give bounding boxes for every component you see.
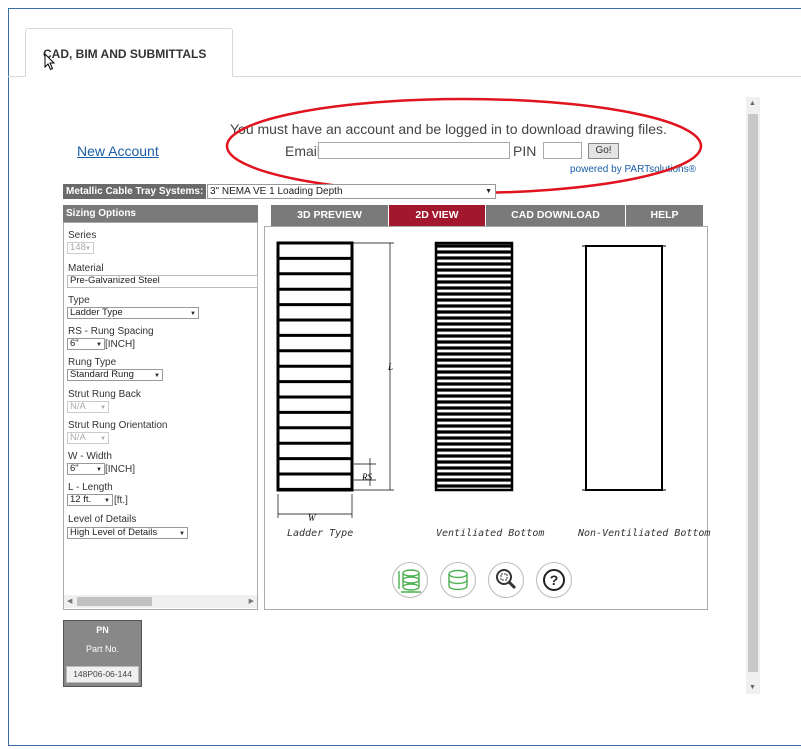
ladder-dimension-icon[interactable] [392,562,428,598]
tab-cad-bim-submittals[interactable]: CAD, BIM AND SUBMITTALS [25,28,233,77]
dim-rung-spacing-label: RS [361,472,372,482]
sizing-options-header: Sizing Options [63,205,258,222]
horizontal-scrollbar[interactable]: ◀ ▶ [64,595,257,608]
cursor-icon [44,53,56,71]
width-label: W - Width [68,451,112,462]
scroll-right-icon[interactable]: ▶ [249,595,254,608]
strut-back-label: Strut Rung Back [68,389,141,400]
type-label: Type [68,295,90,306]
strut-orientation-select[interactable]: N/A ▼ [67,432,109,444]
details-select[interactable]: High Level of Details ▼ [67,527,188,539]
material-label: Material [68,263,104,274]
rung-spacing-unit: [INCH] [105,339,135,350]
systems-label: Metallic Cable Tray Systems: [63,184,206,199]
ladder-type-drawing: L W RS [276,241,666,523]
width-unit: [INCH] [105,464,135,475]
chevron-down-icon: ▼ [485,188,492,195]
tab-2d-view[interactable]: 2D VIEW [389,205,486,226]
red-annotation-oval [225,97,703,195]
dim-length-label: L [387,362,393,372]
vertical-scrollbar[interactable]: ▲ ▼ [746,97,760,694]
width-select[interactable]: 6" ▼ [67,463,105,475]
length-select[interactable]: 12 ft. ▼ [67,494,113,506]
scroll-up-icon[interactable]: ▲ [749,100,756,107]
non-ventilated-bottom-drawing [582,245,666,491]
rung-type-label: Rung Type [68,357,117,368]
caption-non-ventilated-bottom: Non-Ventiliated Bottom [578,528,711,539]
strut-orientation-label: Strut Rung Orientation [68,420,168,431]
strut-back-select[interactable]: N/A ▼ [67,401,109,413]
details-label: Level of Details [68,514,137,525]
zoom-icon[interactable] [488,562,524,598]
scroll-down-icon[interactable]: ▼ [749,684,756,691]
scroll-left-icon[interactable]: ◀ [67,595,72,608]
pn-header: PN [96,625,109,635]
part-number-value: 148P06-06-144 [66,666,139,683]
caption-ventilated-bottom: Ventiliated Bottom [436,528,545,539]
series-label: Series [68,230,97,241]
rung-type-select[interactable]: Standard Rung ▼ [67,369,163,381]
help-icon[interactable]: ? [536,562,572,598]
cylinder-icon[interactable] [440,562,476,598]
tab-help[interactable]: HELP [626,205,704,226]
ladder-drawing [276,241,354,492]
systems-selected: 3" NEMA VE 1 Loading Depth [210,186,343,197]
ventilated-bottom-drawing [434,241,514,492]
type-select[interactable]: Ladder Type ▼ [67,307,199,319]
part-number-box: PN Part No. 148P06-06-144 [63,620,142,687]
new-account-link[interactable]: New Account [77,143,159,159]
tab-cad-download[interactable]: CAD DOWNLOAD [486,205,626,226]
length-label: L - Length [68,482,113,493]
material-field: Pre-Galvanized Steel [67,275,258,288]
vertical-scrollbar-thumb[interactable] [748,114,758,672]
dim-width-label: W [308,513,317,523]
systems-select[interactable]: 3" NEMA VE 1 Loading Depth ▼ [207,184,496,199]
pn-subheader: Part No. [85,644,119,654]
tab-3d-preview[interactable]: 3D PREVIEW [271,205,389,226]
rung-spacing-label: RS - Rung Spacing [68,326,154,337]
series-select[interactable]: 148 ▼ [67,242,94,254]
svg-text:?: ? [550,572,559,588]
length-unit: [ft.] [114,495,128,506]
caption-ladder-type: Ladder Type [287,528,354,539]
rung-spacing-select[interactable]: 6" ▼ [67,338,105,350]
scrollbar-thumb[interactable] [77,597,152,606]
